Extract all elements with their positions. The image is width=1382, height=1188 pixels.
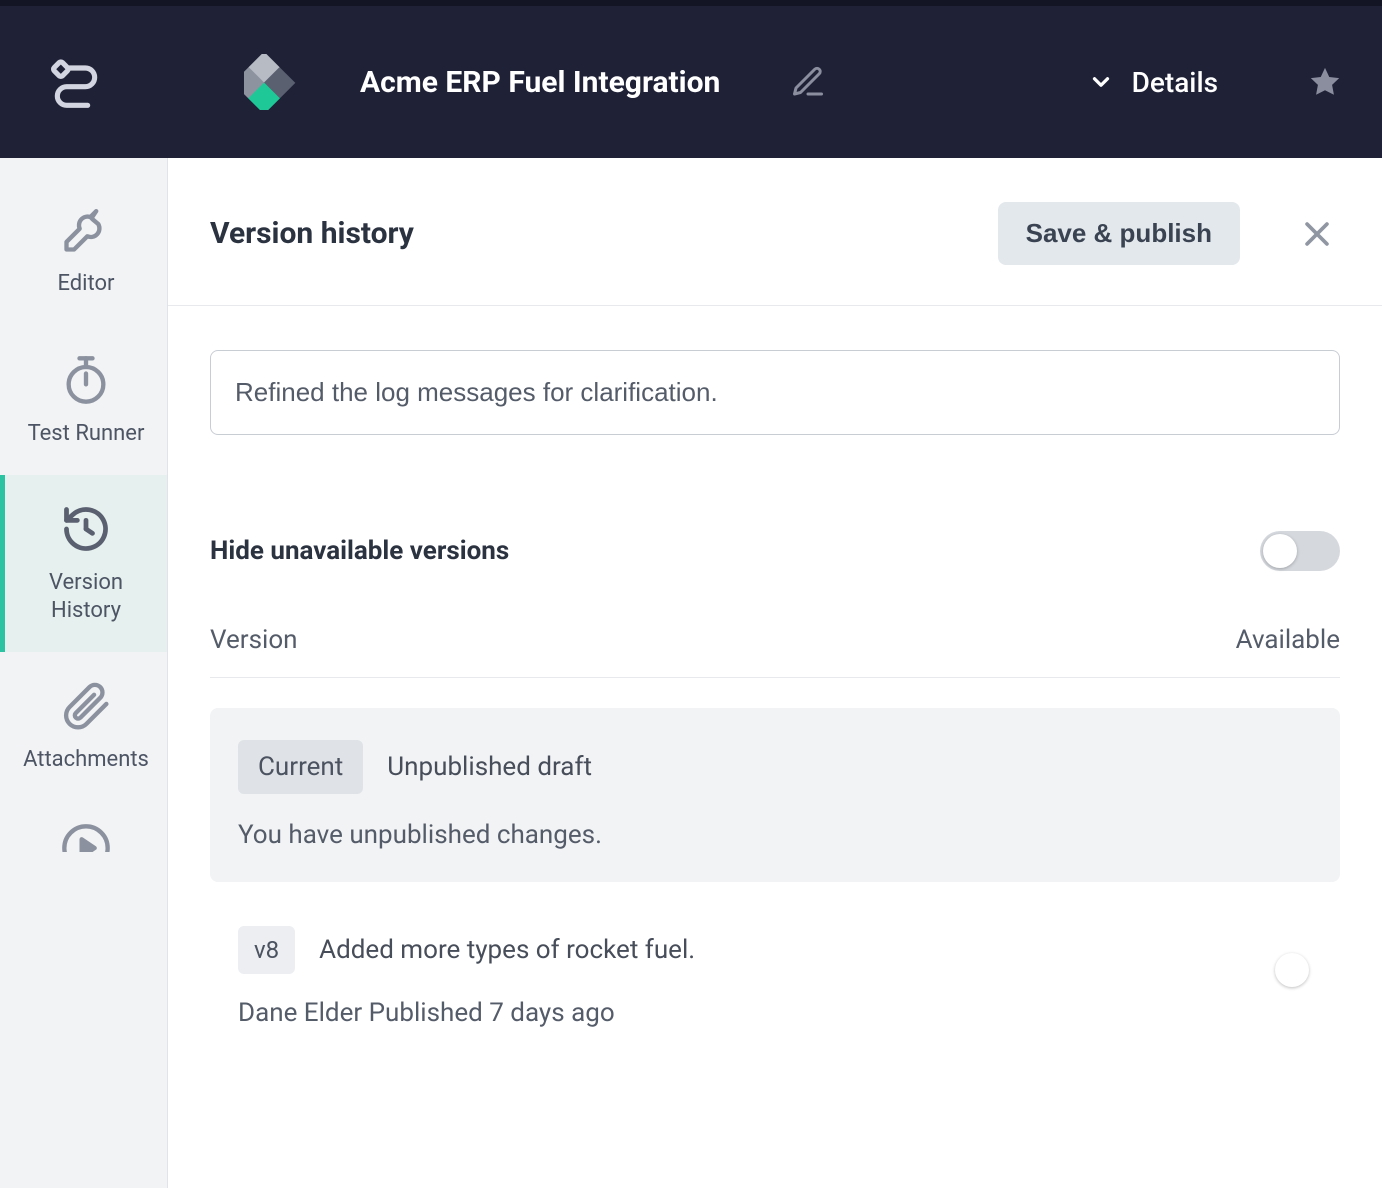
version-badge: v8: [238, 926, 295, 974]
sidebar-item-label: Editor: [57, 270, 114, 298]
star-icon: [1308, 65, 1342, 99]
project-title: Acme ERP Fuel Integration: [360, 65, 720, 100]
sidebar-item-label: Test Runner: [28, 420, 145, 448]
version-badge: Current: [238, 740, 363, 794]
hide-unavailable-label: Hide unavailable versions: [210, 536, 509, 566]
sidebar-item-version-history[interactable]: Version History: [0, 475, 167, 652]
panel-header: Version history Save & publish: [168, 158, 1382, 306]
history-icon: [60, 503, 112, 555]
route-icon: [48, 54, 104, 110]
app-logo-icon: [244, 54, 300, 110]
version-table-header: Version Available: [210, 625, 1340, 678]
version-description-input[interactable]: [210, 350, 1340, 435]
sidebar-item-test-runner[interactable]: Test Runner: [0, 326, 167, 476]
play-circle-icon: [60, 822, 112, 852]
hide-unavailable-toggle[interactable]: [1260, 531, 1340, 571]
column-version-label: Version: [210, 625, 298, 655]
version-row-current[interactable]: Current Unpublished draft You have unpub…: [210, 708, 1340, 882]
favorite-button[interactable]: [1308, 65, 1342, 99]
sidebar-item-more[interactable]: [0, 802, 167, 852]
column-available-label: Available: [1236, 625, 1340, 655]
details-dropdown-label: Details: [1132, 66, 1218, 99]
sidebar-item-editor[interactable]: Editor: [0, 176, 167, 326]
version-title: Unpublished draft: [387, 752, 592, 782]
edit-title-button[interactable]: [790, 64, 826, 100]
version-title: Added more types of rocket fuel.: [319, 935, 695, 965]
sidebar-item-label: Attachments: [23, 746, 149, 774]
main-panel: Version history Save & publish Hide unav…: [168, 158, 1382, 1188]
paperclip-icon: [60, 680, 112, 732]
save-publish-button[interactable]: Save & publish: [998, 202, 1240, 265]
panel-title: Version history: [210, 216, 414, 251]
chevron-down-icon: [1088, 69, 1114, 95]
sidebar-item-label: Version History: [15, 569, 157, 624]
app-header: Acme ERP Fuel Integration Details: [0, 0, 1382, 158]
close-icon: [1300, 217, 1334, 251]
details-dropdown[interactable]: Details: [1088, 66, 1218, 99]
sidebar: Editor Test Runner Version History: [0, 158, 168, 1188]
version-meta: Dane Elder Published 7 days ago: [238, 998, 1312, 1028]
wrench-icon: [60, 204, 112, 256]
version-row-v8[interactable]: v8 Added more types of rocket fuel. Dane…: [210, 926, 1340, 1028]
stopwatch-icon: [60, 354, 112, 406]
sidebar-item-attachments[interactable]: Attachments: [0, 652, 167, 802]
version-subtitle: You have unpublished changes.: [238, 820, 1312, 850]
close-button[interactable]: [1300, 217, 1334, 251]
